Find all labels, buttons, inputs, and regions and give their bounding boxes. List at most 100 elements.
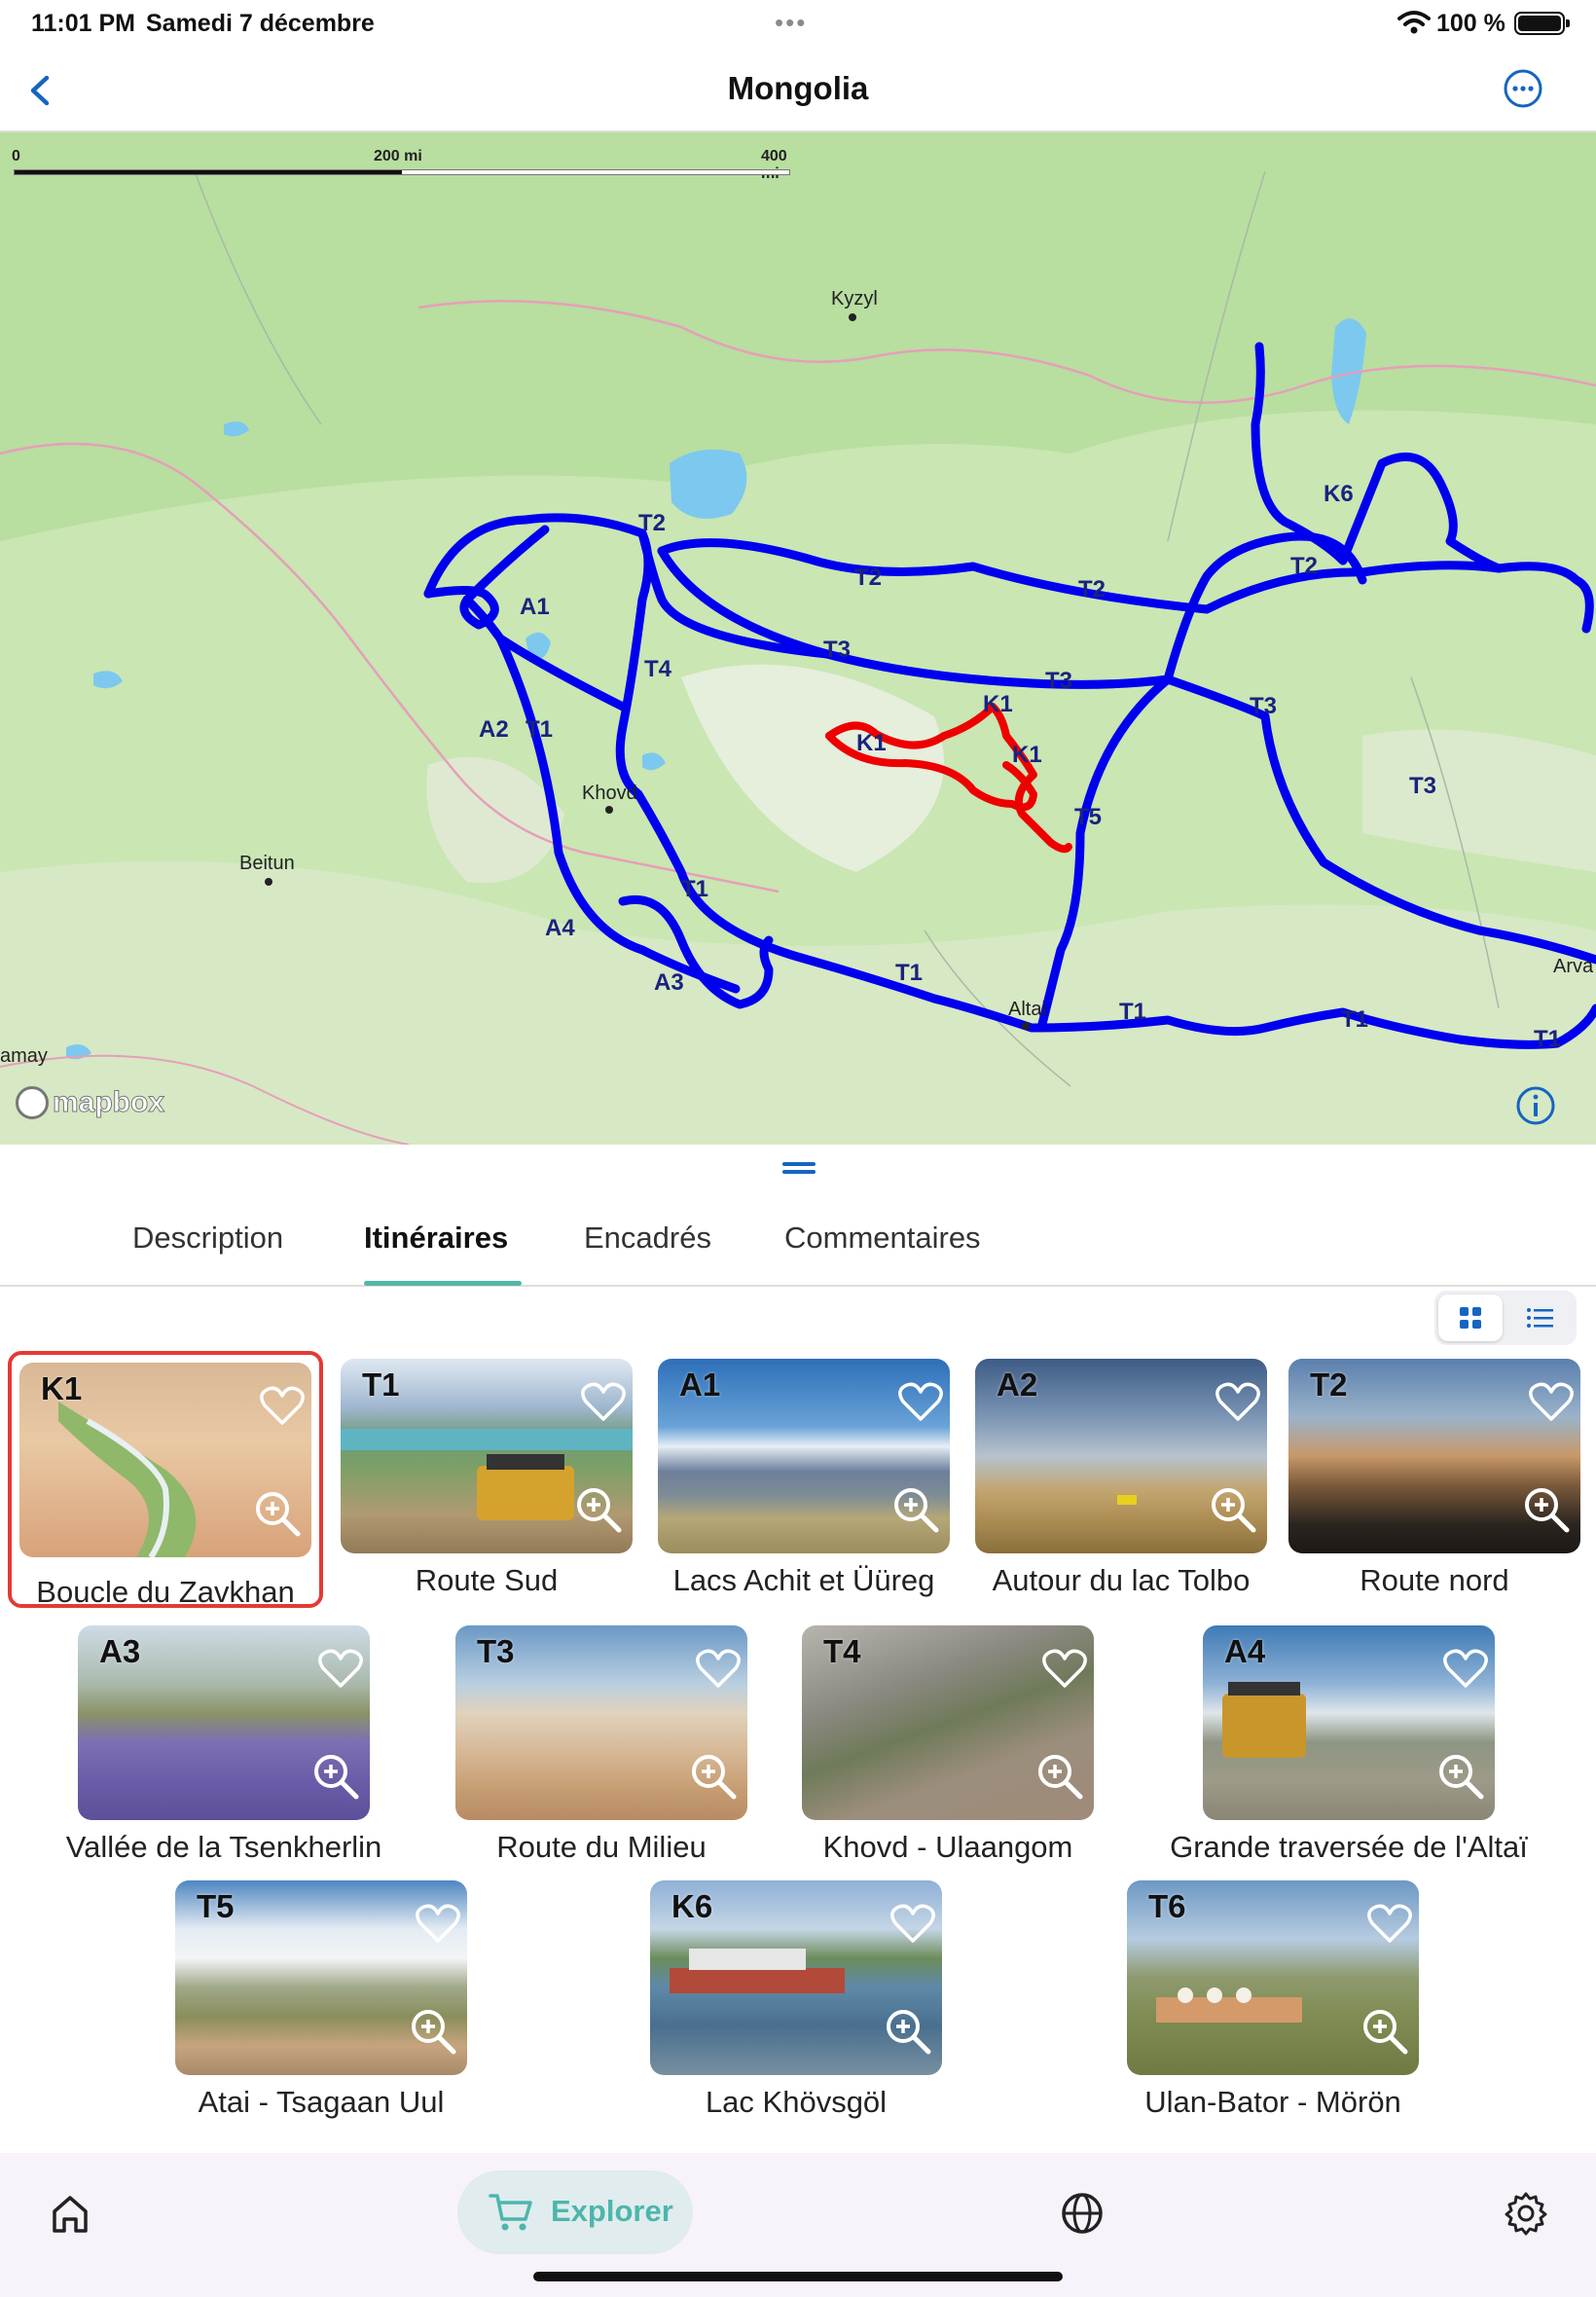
route-label: T2: [854, 565, 883, 591]
city-dot: [605, 806, 613, 814]
gear-icon[interactable]: [1503, 2190, 1549, 2237]
route-label: T2: [638, 510, 667, 536]
mapbox-logo: mapbox: [16, 1086, 165, 1119]
route-name: Atai - Tsagaan Uul: [198, 2085, 445, 2119]
zoom-in-icon[interactable]: [882, 2005, 934, 2058]
explorer-label: Explorer: [551, 2194, 673, 2228]
route-map[interactable]: 0 200 mi 400 mi Kyzyl Khovd Beitun Altai…: [0, 132, 1596, 1145]
route-name: Route nord: [1360, 1563, 1509, 1597]
heart-icon[interactable]: [1528, 1380, 1575, 1423]
view-mode-toggle: [1434, 1291, 1577, 1345]
route-label: T3: [1409, 773, 1437, 799]
zoom-in-icon[interactable]: [1520, 1483, 1573, 1536]
city-dot: [265, 878, 272, 886]
route-label: K1: [1012, 742, 1042, 768]
route-label: T4: [644, 656, 672, 682]
route-label: T2: [1078, 576, 1106, 602]
route-name: Khovd - Ulaangom: [822, 1830, 1073, 1864]
route-label: A2: [479, 716, 509, 743]
route-label: T1: [681, 876, 709, 902]
grid-icon: [1460, 1307, 1481, 1329]
tab-commentaires[interactable]: Commentaires: [784, 1221, 981, 1256]
route-name: Ulan-Bator - Mörön: [1144, 2085, 1401, 2119]
status-date: Samedi 7 décembre: [146, 10, 375, 37]
route-name: Lac Khövsgöl: [705, 2085, 888, 2119]
zoom-in-icon[interactable]: [1359, 2005, 1411, 2058]
battery-percent: 100 %: [1436, 10, 1505, 37]
page-title: Mongolia: [727, 70, 869, 106]
heart-icon[interactable]: [1215, 1380, 1261, 1423]
map-terrain: [0, 132, 1596, 1145]
heart-icon[interactable]: [1366, 1902, 1413, 1945]
heart-icon[interactable]: [695, 1647, 742, 1690]
scale-label: 200 mi: [374, 148, 422, 164]
heart-icon[interactable]: [317, 1647, 364, 1690]
route-code: T5: [197, 1888, 235, 1924]
tab-description[interactable]: Description: [132, 1221, 283, 1256]
route-code: A1: [679, 1367, 721, 1403]
zoom-in-icon[interactable]: [407, 2005, 459, 2058]
heart-icon[interactable]: [897, 1380, 944, 1423]
home-icon[interactable]: [47, 2190, 93, 2237]
zoom-in-icon[interactable]: [1434, 1750, 1487, 1803]
list-view-button[interactable]: [1508, 1294, 1573, 1341]
route-code: A4: [1224, 1633, 1266, 1669]
route-label: K6: [1324, 481, 1354, 507]
scale-bar: [14, 169, 790, 175]
route-label: A3: [654, 969, 684, 996]
route-label: A4: [545, 915, 575, 941]
zoom-in-icon[interactable]: [1207, 1483, 1259, 1536]
route-label: K1: [856, 730, 887, 756]
route-name: Grande traversée de l'Altaï: [1170, 1830, 1528, 1864]
status-bar: 11:01 PM Samedi 7 décembre ••• 100 %: [0, 0, 1596, 49]
route-label: K1: [983, 691, 1013, 717]
heart-icon[interactable]: [889, 1902, 936, 1945]
route-code: T1: [362, 1367, 400, 1403]
route-label: T5: [1074, 804, 1103, 830]
zoom-in-icon[interactable]: [572, 1483, 625, 1536]
city-label: Kyzyl: [831, 288, 878, 310]
map-scale-bar: 0 200 mi 400 mi: [12, 148, 790, 182]
route-label: T1: [526, 716, 554, 743]
home-indicator[interactable]: [533, 2272, 1063, 2281]
route-label: T3: [1250, 693, 1278, 719]
heart-icon[interactable]: [580, 1380, 627, 1423]
heart-icon[interactable]: [415, 1902, 461, 1945]
zoom-in-icon[interactable]: [251, 1487, 304, 1540]
tab-itineraires[interactable]: Itinéraires: [364, 1221, 508, 1256]
city-label: Beitun: [239, 853, 295, 874]
tab-bar: Description Itinéraires Encadrés Comment…: [0, 1207, 1596, 1287]
scale-label: 400 mi: [761, 148, 787, 182]
multitasking-dots[interactable]: •••: [775, 8, 807, 38]
route-label: T3: [1045, 668, 1073, 694]
route-label: T1: [1534, 1026, 1562, 1052]
tab-encadres[interactable]: Encadrés: [584, 1221, 711, 1256]
status-time: 11:01 PM: [31, 10, 136, 37]
zoom-in-icon[interactable]: [687, 1750, 740, 1803]
heart-icon[interactable]: [259, 1384, 306, 1427]
explorer-tab-button[interactable]: Explorer: [457, 2170, 693, 2254]
heart-icon[interactable]: [1442, 1647, 1489, 1690]
grid-view-button[interactable]: [1438, 1294, 1503, 1341]
route-code: T3: [477, 1633, 515, 1669]
cart-icon: [489, 2194, 532, 2231]
zoom-in-icon[interactable]: [309, 1750, 362, 1803]
map-info-icon[interactable]: [1514, 1084, 1557, 1127]
zoom-in-icon[interactable]: [889, 1483, 942, 1536]
globe-icon[interactable]: [1059, 2190, 1106, 2237]
scale-label: 0: [12, 148, 20, 164]
sheet-drag-handle[interactable]: [782, 1162, 816, 1178]
route-code: A3: [99, 1633, 141, 1669]
route-code: T4: [823, 1633, 861, 1669]
city-dot: [1022, 1022, 1030, 1030]
heart-icon[interactable]: [1041, 1647, 1088, 1690]
route-code: K6: [671, 1888, 713, 1924]
more-options-icon[interactable]: [1503, 68, 1543, 109]
route-code: K1: [41, 1370, 83, 1406]
zoom-in-icon[interactable]: [1034, 1750, 1086, 1803]
battery-icon: [1514, 12, 1570, 35]
nav-bar: Mongolia: [0, 49, 1596, 132]
wifi-icon: [1397, 11, 1431, 34]
active-tab-indicator: [364, 1281, 522, 1286]
list-icon: [1527, 1308, 1553, 1328]
